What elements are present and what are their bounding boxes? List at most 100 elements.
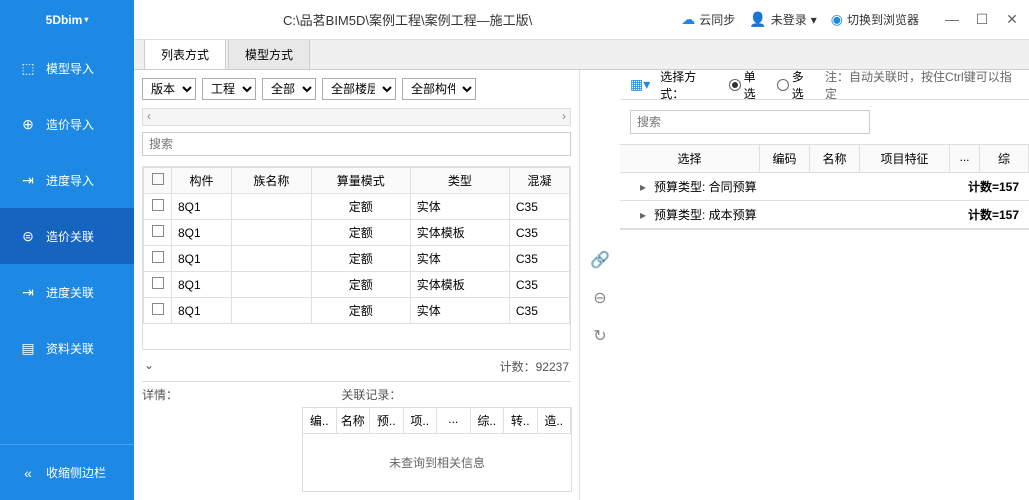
sidebar: ⬚ 模型导入 ⊕造价导入 ⇥ 进度导入 ⊜ 造价关联 ⇥进度关联 ▤ 资料关联 « 收缩侧… [0,40,134,500]
rp-header-dots[interactable]: ... [950,145,980,172]
sidebar-item-label: 造价关联 [46,228,94,245]
table-row[interactable]: 8Q1定额实体模板C35 [144,220,570,246]
unlink-icon[interactable]: ⊖ [593,288,606,308]
sidebar-item-label: 资料关联 [46,340,94,357]
sidebar-item-progress-relation[interactable]: ⇥进度关联 [0,264,134,320]
radio-single[interactable]: 单选 [729,70,767,102]
cloud-icon: ☁ [681,11,695,28]
user-icon: 👤 [749,11,766,28]
tab-list-mode[interactable]: 列表方式 [144,40,226,69]
sidebar-collapse-button[interactable]: « 收缩侧边栏 [0,444,134,500]
sidebar-item-document-relation[interactable]: ▤ 资料关联 [0,320,134,376]
version-select[interactable]: 版本1 [142,78,196,100]
project-select[interactable]: 工程1 [202,78,256,100]
document-relation-icon: ▤ [20,340,36,357]
tab-bar: 列表方式 模型方式 [134,40,1029,70]
header-component[interactable]: 构件 [172,168,232,194]
left-panel: 版本1 工程1 全部 全部楼层 全部构件 ‹› 构件 族名称 算量模式 [134,70,580,500]
component-select[interactable]: 全部构件 [402,78,476,100]
row-checkbox[interactable] [152,199,164,211]
group-count: 计数=157 [949,206,1029,223]
rp-header-name[interactable]: 名称 [810,145,860,172]
minimize-button[interactable]: — [943,11,961,28]
search-input[interactable] [142,132,571,156]
model-import-icon: ⬚ [20,60,36,77]
chevron-left-icon: « [20,465,36,481]
budget-group-row[interactable]: ▸ 预算类型: 合同预算 计数=157 [620,173,1029,201]
cost-relation-icon: ⊜ [20,228,36,245]
row-checkbox[interactable] [152,251,164,263]
group-label: 预算类型: 成本预算 [650,206,949,223]
link-toolbar: 🔗 ⊖ ↻ [580,70,620,500]
grid-icon[interactable]: ▦▾ [630,76,650,93]
chevron-down-icon: ▾ [811,13,817,27]
component-table: 构件 族名称 算量模式 类型 混凝 8Q1定额实体C35 8Q1定额实体模板C3… [142,166,571,350]
group-count: 计数=157 [949,178,1029,195]
rp-header-select[interactable]: 选择 [620,145,760,172]
logo[interactable]: 5Dbim▾ [0,0,134,40]
rp-header-comp[interactable]: 综 [980,145,1029,172]
sidebar-item-cost-relation[interactable]: ⊜ 造价关联 [0,208,134,264]
titlebar: 5Dbim▾ C:\品茗BIM5D\案例工程\案例工程—施工版\ ☁云同步 👤未… [0,0,1029,40]
header-type[interactable]: 类型 [410,168,509,194]
tab-model-mode[interactable]: 模型方式 [228,40,310,69]
rel-col[interactable]: 项.. [404,408,438,433]
expand-arrow-icon[interactable]: ▸ [620,208,650,222]
budget-table: 选择 编码 名称 项目特征 ... 综 ▸ 预算类型: 合同预算 计数=157 … [620,144,1029,230]
count-label: 计数：92237 [500,358,569,375]
note-label: 注：自动关联时，按住Ctrl键可以指定 [825,70,1019,102]
rel-col[interactable]: 综.. [471,408,505,433]
horizontal-scrollbar[interactable]: ‹› [142,108,571,126]
rel-col[interactable]: 预.. [370,408,404,433]
rp-header-feature[interactable]: 项目特征 [860,145,950,172]
sidebar-item-progress-import[interactable]: ⇥ 进度导入 [0,152,134,208]
rel-col[interactable]: ... [437,408,471,433]
progress-import-icon: ⇥ [20,172,36,189]
rel-col[interactable]: 转.. [504,408,538,433]
maximize-button[interactable]: ☐ [973,11,991,28]
sidebar-item-label: 模型导入 [46,60,94,77]
sidebar-item-label: 进度关联 [46,284,94,301]
cost-import-icon: ⊕ [20,116,36,133]
rel-col[interactable]: 造.. [538,408,572,433]
row-checkbox[interactable] [152,277,164,289]
relation-label: 关联记录： [341,386,401,403]
expand-arrow-icon[interactable]: ▸ [620,180,650,194]
table-row[interactable]: 8Q1定额实体C35 [144,194,570,220]
header-concrete[interactable]: 混凝 [509,168,569,194]
browser-icon: ◉ [831,11,843,28]
row-checkbox[interactable] [152,225,164,237]
right-search-input[interactable] [630,110,870,134]
relation-empty: 未查询到相关信息 [303,434,571,491]
floor-select[interactable]: 全部楼层 [322,78,396,100]
cloud-sync-button[interactable]: ☁云同步 [681,11,735,28]
header-family[interactable]: 族名称 [232,168,312,194]
group-label: 预算类型: 合同预算 [650,178,949,195]
select-mode-label: 选择方式： [660,70,719,102]
rel-col[interactable]: 编.. [303,408,337,433]
refresh-icon[interactable]: ↻ [593,326,606,346]
header-checkbox[interactable] [144,168,172,194]
rp-header-code[interactable]: 编码 [760,145,810,172]
file-path: C:\品茗BIM5D\案例工程\案例工程—施工版\ [134,10,681,29]
expand-icon[interactable]: ⌄ [144,358,154,375]
table-row[interactable]: 8Q1定额实体模板C35 [144,272,570,298]
sidebar-item-cost-import[interactable]: ⊕造价导入 [0,96,134,152]
sidebar-item-label: 收缩侧边栏 [46,464,106,481]
table-row[interactable]: 8Q1定额实体C35 [144,298,570,324]
login-button[interactable]: 👤未登录▾ [749,11,816,28]
header-mode[interactable]: 算量模式 [311,168,410,194]
radio-multi[interactable]: 多选 [777,70,815,102]
row-checkbox[interactable] [152,303,164,315]
sidebar-item-model-import[interactable]: ⬚ 模型导入 [0,40,134,96]
close-button[interactable]: ✕ [1003,11,1021,28]
rel-col[interactable]: 名称 [337,408,371,433]
link-icon[interactable]: 🔗 [590,250,610,270]
switch-browser-button[interactable]: ◉切换到浏览器 [831,11,919,28]
all-select[interactable]: 全部 [262,78,316,100]
relation-table: 编.. 名称 预.. 项.. ... 综.. 转.. 造.. 未查询到相关信息 [302,407,572,492]
sidebar-item-label: 进度导入 [46,172,94,189]
detail-label: 详情： [142,386,178,403]
table-row[interactable]: 8Q1定额实体C35 [144,246,570,272]
budget-group-row[interactable]: ▸ 预算类型: 成本预算 计数=157 [620,201,1029,229]
